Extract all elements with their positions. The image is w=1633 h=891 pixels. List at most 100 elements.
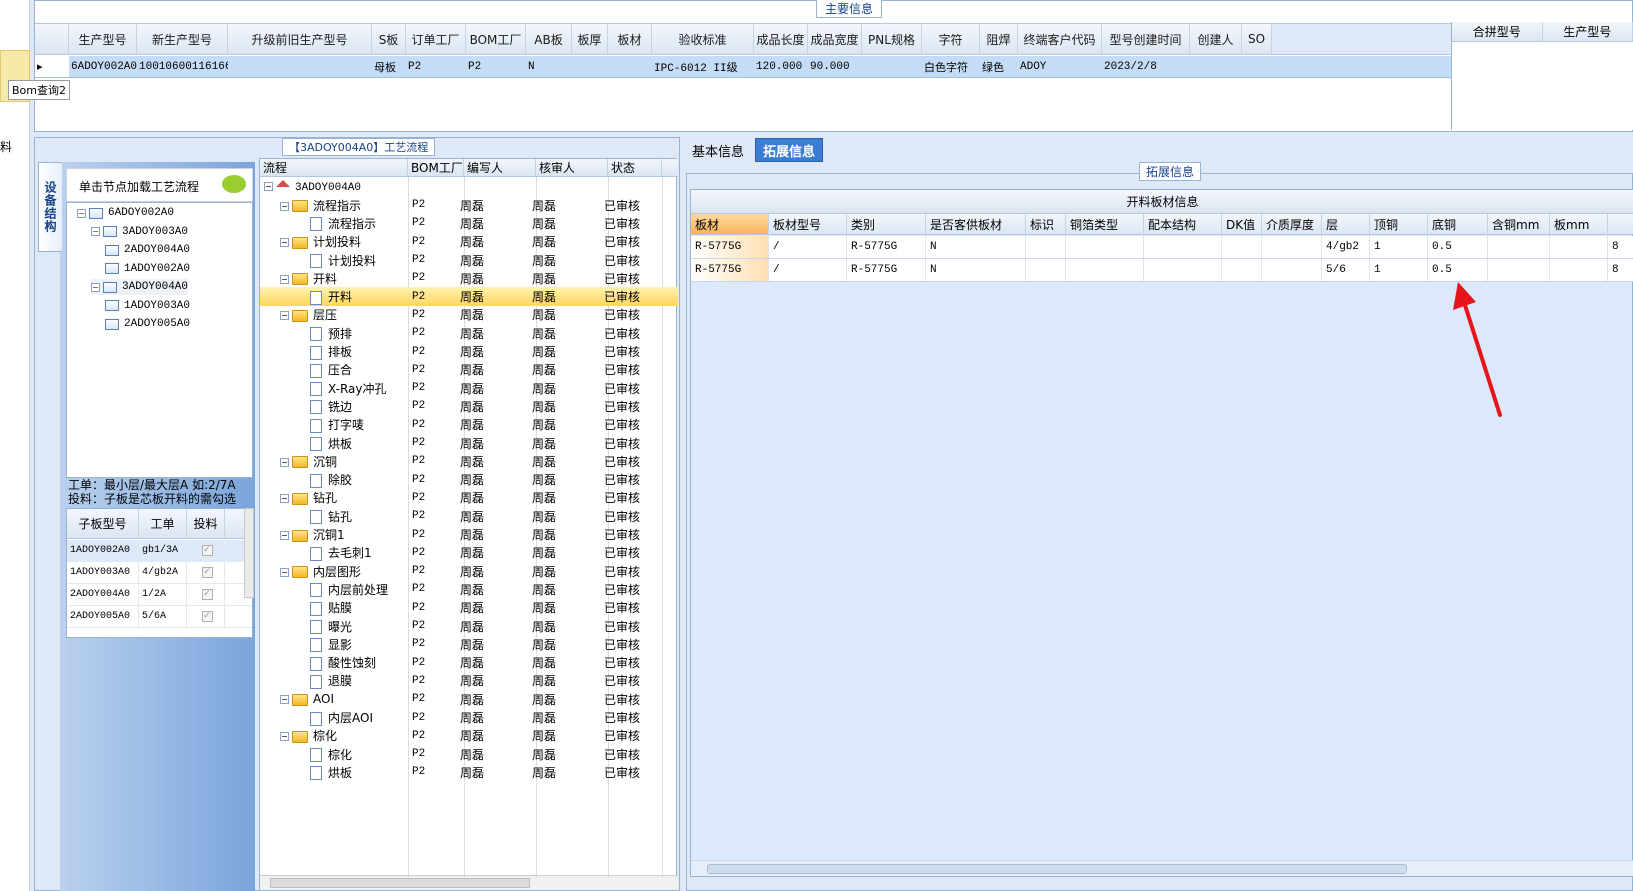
flow-root-row[interactable]: − 3ADOY004A0 [260,177,678,196]
scroll-thumb[interactable] [270,878,530,888]
flow-row[interactable]: 排板 P2 周磊 周磊 已审核 [260,342,678,361]
flow-row[interactable]: 烘板 P2 周磊 周磊 已审核 [260,434,678,453]
flow-row[interactable]: 预排 P2 周磊 周磊 已审核 [260,324,678,343]
column-header[interactable]: 底铜 [1428,214,1488,234]
column-header[interactable]: 层 [1322,214,1370,234]
column-header[interactable]: 介质厚度 [1262,214,1322,234]
column-header[interactable]: 字符 [922,24,980,54]
column-header[interactable]: 类别 [847,214,926,234]
main-info-row[interactable]: ▸ 6ADOY002A0 10010600116166 母板 P2 P2 N IPC-6012… [35,56,1451,78]
flow-row[interactable]: 钻孔 P2 周磊 周磊 已审核 [260,507,678,526]
column-header[interactable]: 成品宽度 [808,24,862,54]
flow-row[interactable]: 酸性蚀刻 P2 周磊 周磊 已审核 [260,653,678,672]
flow-row[interactable]: 压合 P2 周磊 周磊 已审核 [260,360,678,379]
flow-row[interactable]: − 开料 P2 周磊 周磊 已审核 [260,269,678,288]
process-flow-hscrollbar[interactable] [260,875,678,890]
flow-row[interactable]: 铣边 P2 周磊 周磊 已审核 [260,397,678,416]
column-header[interactable]: 配本结构 [1144,214,1222,234]
collapse-icon[interactable]: − [280,567,289,577]
column-header[interactable]: 编写人 [464,159,536,176]
flow-row[interactable]: 开料 P2 周磊 周磊 已审核 [260,287,678,307]
column-header[interactable]: 板mm [1550,214,1608,234]
flow-row[interactable]: 棕化 P2 周磊 周磊 已审核 [260,745,678,764]
tree-node[interactable]: 2ADOY004A0 [105,242,190,258]
column-header[interactable]: 含铜mm [1488,214,1550,234]
column-header[interactable]: 流程 [260,159,408,176]
column-header[interactable]: 新生产型号 [137,24,228,54]
flow-row[interactable]: 内层前处理 P2 周磊 周磊 已审核 [260,580,678,599]
tree-node[interactable]: − 3ADOY004A0 [91,279,189,295]
feed-checkbox[interactable]: ✓ [201,611,213,622]
column-header[interactable]: 创建人 [1190,24,1242,54]
tree-node[interactable]: 1ADOY002A0 [105,261,190,277]
collapse-icon[interactable]: − [264,182,273,191]
tree-node[interactable]: − 6ADOY002A0 [77,205,174,221]
column-header[interactable]: 投料 [187,509,225,538]
flow-row[interactable]: − 沉铜 P2 周磊 周磊 已审核 [260,452,678,471]
column-header[interactable]: DK值 [1222,214,1262,234]
feed-checkbox[interactable]: ✓ [201,567,213,578]
scroll-thumb[interactable] [707,864,1407,874]
column-header[interactable]: AB板 [526,24,572,54]
collapse-icon[interactable]: − [280,531,289,540]
column-header[interactable]: 子板型号 [67,509,139,538]
flow-row[interactable]: 贴膜 P2 周磊 周磊 已审核 [260,598,678,617]
column-header[interactable]: PNL规格 [862,24,922,54]
column-header[interactable]: 订单工厂 [406,24,466,54]
flow-row[interactable]: − AOI P2 周磊 周磊 已审核 [260,690,678,709]
collapse-icon[interactable]: − [280,274,289,284]
flow-row[interactable]: − 计划投料 P2 周磊 周磊 已审核 [260,232,678,251]
tab-extended-info[interactable]: 拓展信息 [755,138,824,162]
collapse-icon[interactable]: − [77,208,86,218]
collapse-icon[interactable]: − [280,238,289,248]
sub-board-row[interactable]: 2ADOY005A0 5/6A ✓ [67,606,252,628]
column-header[interactable]: 板厚 [572,24,608,54]
collapse-icon[interactable]: − [280,732,289,742]
flow-row[interactable]: 退膜 P2 周磊 周磊 已审核 [260,671,678,690]
collapse-icon[interactable]: − [280,695,289,705]
column-header[interactable] [1608,214,1633,234]
flow-row[interactable]: 打字唛 P2 周磊 周磊 已审核 [260,415,678,434]
flow-row[interactable]: − 棕化 P2 周磊 周磊 已审核 [260,726,678,745]
flow-row[interactable]: 除胶 P2 周磊 周磊 已审核 [260,470,678,489]
column-header[interactable]: 合拼型号 [1452,22,1543,41]
sub-board-scrollbar[interactable] [244,508,254,598]
sub-board-row[interactable]: 2ADOY004A0 1/2A ✓ [67,584,252,606]
flow-row[interactable]: 曝光 P2 周磊 周磊 已审核 [260,617,678,636]
column-header[interactable]: 板材型号 [769,214,847,234]
feed-checkbox[interactable]: ✓ [201,545,213,556]
tree-node[interactable]: 1ADOY003A0 [105,298,190,314]
flow-row[interactable]: 计划投料 P2 周磊 周磊 已审核 [260,251,678,270]
collapse-icon[interactable]: − [280,201,289,211]
sub-board-row[interactable]: 1ADOY002A0 gb1/3A ✓ [67,540,252,562]
column-header[interactable]: 标识 [1026,214,1066,234]
column-header[interactable]: 是否客供板材 [926,214,1026,234]
column-header[interactable]: 验收标准 [652,24,754,54]
flow-row[interactable]: 烘板 P2 周磊 周磊 已审核 [260,763,678,782]
flow-row[interactable]: − 内层图形 P2 周磊 周磊 已审核 [260,562,678,581]
column-header[interactable]: SO [1242,24,1272,54]
collapse-icon[interactable]: − [280,311,289,321]
sub-board-row[interactable]: 1ADOY003A0 4/gb2A ✓ [67,562,252,584]
column-header[interactable]: 板材 [608,24,652,54]
material-grid-hscrollbar[interactable] [691,860,1633,876]
flow-row[interactable]: 内层AOI P2 周磊 周磊 已审核 [260,708,678,727]
tab-structure[interactable]: 设备结构 [38,162,62,252]
collapse-icon[interactable]: − [280,494,289,504]
column-header[interactable]: S板 [372,24,406,54]
column-header[interactable]: BOM工厂 [408,159,464,176]
flow-row[interactable]: − 层压 P2 周磊 周磊 已审核 [260,305,678,324]
feed-checkbox[interactable]: ✓ [201,589,213,600]
column-header[interactable]: 生产型号 [1543,22,1633,41]
collapse-icon[interactable]: − [91,282,100,292]
column-header[interactable]: 板材 [691,214,769,234]
flow-row[interactable]: − 流程指示 P2 周磊 周磊 已审核 [260,196,678,215]
column-header[interactable]: 阻焊 [980,24,1018,54]
column-header[interactable]: 升级前旧生产型号 [228,24,372,54]
column-header[interactable]: 工单 [139,509,187,538]
flow-row[interactable]: 去毛刺1 P2 周磊 周磊 已审核 [260,543,678,562]
collapse-icon[interactable]: − [91,227,100,236]
flow-row[interactable]: 流程指示 P2 周磊 周磊 已审核 [260,214,678,233]
flow-row[interactable]: X-Ray冲孔 P2 周磊 周磊 已审核 [260,379,678,398]
flow-row[interactable]: 显影 P2 周磊 周磊 已审核 [260,635,678,654]
